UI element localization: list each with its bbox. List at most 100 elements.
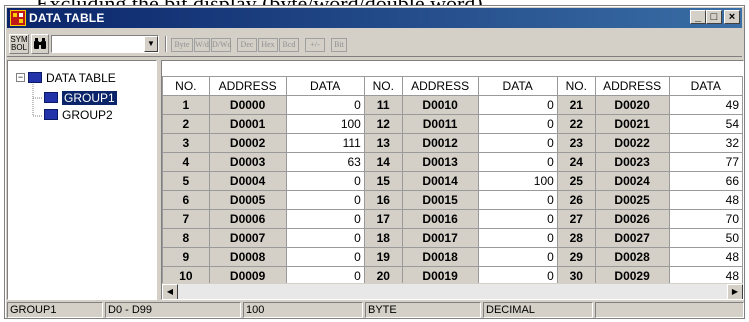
- address-cell: D0023: [594, 152, 670, 172]
- data-cell[interactable]: 54: [668, 114, 743, 134]
- data-grid: NO. ADDRESS DATA NO. ADDRESS DATA NO. ADDRESS DA…: [161, 60, 744, 300]
- data-cell[interactable]: 0: [285, 228, 365, 248]
- table-row: 7 D0006 0 17 D0016 0 27 D0026 70: [162, 209, 743, 229]
- window-title: DATA TABLE: [29, 11, 105, 25]
- data-cell[interactable]: 0: [477, 152, 558, 172]
- row-number-cell: 28: [556, 228, 596, 248]
- tree-item-group2[interactable]: GROUP2: [44, 107, 113, 123]
- row-number-cell: 7: [162, 209, 210, 229]
- data-cell[interactable]: 0: [285, 190, 365, 210]
- close-button[interactable]: ×: [724, 10, 740, 24]
- data-cell[interactable]: 0: [477, 190, 558, 210]
- data-cell[interactable]: 63: [285, 152, 365, 172]
- row-number-cell: 1: [162, 95, 210, 115]
- address-cell: D0024: [594, 171, 670, 191]
- column-header: NO.: [556, 76, 596, 96]
- decimal-format-button[interactable]: Dec: [237, 38, 257, 52]
- data-cell[interactable]: 0: [477, 228, 558, 248]
- row-number-cell: 11: [363, 95, 403, 115]
- word-format-button[interactable]: W/d: [194, 38, 210, 52]
- data-cell[interactable]: 0: [285, 247, 365, 267]
- column-header: DATA: [477, 76, 558, 96]
- address-cell: D0004: [208, 171, 287, 191]
- data-cell[interactable]: 0: [477, 133, 558, 153]
- title-bar[interactable]: DATA TABLE _ □ ×: [7, 8, 742, 28]
- address-cell: D0022: [594, 133, 670, 153]
- group-tree: − DATA TABLE GROUP1 GROUP2: [7, 60, 157, 300]
- data-cell[interactable]: 100: [285, 114, 365, 134]
- data-cell[interactable]: 0: [285, 171, 365, 191]
- data-cell[interactable]: 70: [668, 209, 743, 229]
- row-number-cell: 29: [556, 247, 596, 267]
- address-cell: D0026: [594, 209, 670, 229]
- data-cell[interactable]: 0: [477, 209, 558, 229]
- row-number-cell: 2: [162, 114, 210, 134]
- data-cell[interactable]: 50: [668, 228, 743, 248]
- address-cell: D0002: [208, 133, 287, 153]
- row-number-cell: 21: [556, 95, 596, 115]
- address-cell: D0025: [594, 190, 670, 210]
- tree-item-group1[interactable]: GROUP1: [44, 90, 117, 106]
- address-cell: D0006: [208, 209, 287, 229]
- data-cell[interactable]: 49: [668, 95, 743, 115]
- column-header: NO.: [162, 76, 210, 96]
- data-table-window: DATA TABLE _ □ × SYM BOL ▼ Byte W/d D/Wd…: [4, 5, 745, 319]
- address-combo[interactable]: ▼: [51, 35, 159, 53]
- status-size: BYTE: [365, 302, 481, 318]
- hex-format-button[interactable]: Hex: [258, 38, 278, 52]
- row-number-cell: 8: [162, 228, 210, 248]
- column-header: NO.: [363, 76, 403, 96]
- find-button[interactable]: [31, 34, 49, 54]
- data-cell[interactable]: 66: [668, 171, 743, 191]
- symbol-button[interactable]: SYM BOL: [9, 34, 29, 54]
- status-empty: [595, 302, 744, 318]
- data-cell[interactable]: 0: [477, 95, 558, 115]
- status-group: GROUP1: [7, 302, 103, 318]
- tree-collapse-icon[interactable]: −: [16, 73, 25, 82]
- table-row: 6 D0005 0 16 D0015 0 26 D0025 48: [162, 190, 743, 210]
- status-format: DECIMAL: [483, 302, 593, 318]
- row-number-cell: 6: [162, 190, 210, 210]
- binoculars-icon: [34, 38, 46, 49]
- data-cell[interactable]: 48: [668, 247, 743, 267]
- data-cell[interactable]: 100: [477, 171, 558, 191]
- status-bar: GROUP1 D0 - D99 100 BYTE DECIMAL: [7, 302, 744, 318]
- sign-toggle-button[interactable]: +/-: [305, 38, 325, 52]
- bcd-format-button[interactable]: Bcd: [279, 38, 299, 52]
- data-cell[interactable]: 77: [668, 152, 743, 172]
- data-cell[interactable]: 0: [285, 95, 365, 115]
- scroll-right-icon[interactable]: ▶: [727, 284, 743, 299]
- toolbar-separator: [165, 36, 167, 52]
- data-cell[interactable]: 48: [668, 190, 743, 210]
- data-cell[interactable]: 32: [668, 133, 743, 153]
- data-cell[interactable]: 0: [477, 247, 558, 267]
- dword-format-button[interactable]: D/Wd: [211, 38, 232, 52]
- maximize-button[interactable]: □: [706, 10, 722, 24]
- chevron-down-icon[interactable]: ▼: [144, 36, 158, 52]
- horizontal-scrollbar[interactable]: ◀ ▶: [162, 283, 743, 299]
- table-row: 1 D0000 0 11 D0010 0 21 D0020 49: [162, 95, 743, 115]
- bit-format-button[interactable]: Bit: [331, 38, 347, 52]
- tree-root-label: DATA TABLE: [46, 71, 116, 85]
- row-number-cell: 25: [556, 171, 596, 191]
- tree-root-item[interactable]: DATA TABLE: [28, 70, 116, 86]
- byte-format-button[interactable]: Byte: [171, 38, 193, 52]
- data-cell[interactable]: 111: [285, 133, 365, 153]
- scroll-left-icon[interactable]: ◀: [162, 284, 178, 299]
- address-cell: D0016: [401, 209, 479, 229]
- address-cell: D0008: [208, 247, 287, 267]
- table-row: 5 D0004 0 15 D0014 100 25 D0024 66: [162, 171, 743, 191]
- address-cell: D0020: [594, 95, 670, 115]
- row-number-cell: 27: [556, 209, 596, 229]
- minimize-button[interactable]: _: [690, 10, 706, 24]
- address-cell: D0005: [208, 190, 287, 210]
- row-number-cell: 26: [556, 190, 596, 210]
- table-icon: [44, 92, 58, 103]
- table-row: 8 D0007 0 18 D0017 0 28 D0027 50: [162, 228, 743, 248]
- row-number-cell: 19: [363, 247, 403, 267]
- data-cell[interactable]: 0: [477, 114, 558, 134]
- address-cell: D0003: [208, 152, 287, 172]
- data-cell[interactable]: 0: [285, 209, 365, 229]
- toolbar: SYM BOL ▼ Byte W/d D/Wd Dec Hex Bcd +/- …: [7, 31, 742, 57]
- row-number-cell: 18: [363, 228, 403, 248]
